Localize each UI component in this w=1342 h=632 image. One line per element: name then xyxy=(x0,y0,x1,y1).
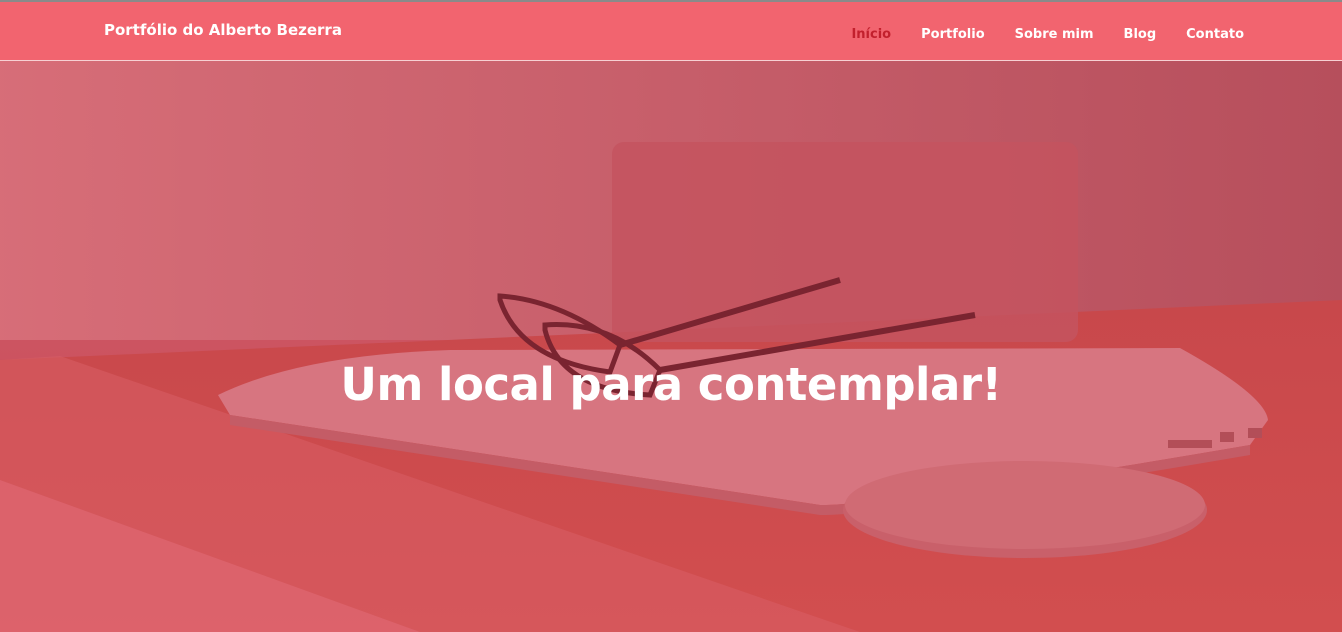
nav-link-sobre-mim[interactable]: Sobre mim xyxy=(1015,27,1094,42)
nav-item-contato: Contato xyxy=(1186,23,1244,42)
nav-item-portfolio: Portfolio xyxy=(921,23,985,42)
nav-link-contato[interactable]: Contato xyxy=(1186,27,1244,42)
nav-link-blog[interactable]: Blog xyxy=(1124,27,1157,42)
nav-link-portfolio[interactable]: Portfolio xyxy=(921,27,985,42)
nav-item-blog: Blog xyxy=(1124,23,1157,42)
hero-background-image xyxy=(0,0,1342,632)
nav-link-inicio[interactable]: Início xyxy=(851,27,891,42)
hero-section xyxy=(0,0,1342,632)
navbar: Portfólio do Alberto Bezerra Início Port… xyxy=(0,0,1342,61)
nav-item-sobre-mim: Sobre mim xyxy=(1015,23,1094,42)
nav-item-inicio: Início xyxy=(851,23,891,42)
nav-menu: Início Portfolio Sobre mim Blog Contato xyxy=(851,23,1244,42)
hero-headline: Um local para contemplar! xyxy=(340,358,1002,411)
brand-link[interactable]: Portfólio do Alberto Bezerra xyxy=(104,21,342,39)
